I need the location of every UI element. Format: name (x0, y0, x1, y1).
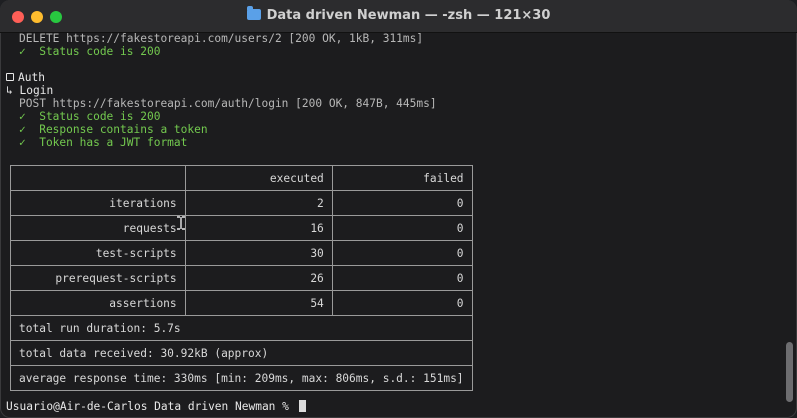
row-label: requests (10, 215, 186, 241)
check-line-1: ✓ Status code is 200 (19, 110, 161, 123)
table-row: test-scripts 30 0 (10, 240, 473, 266)
header-cell-executed: executed (184, 165, 333, 191)
folder-name: Auth (18, 71, 45, 84)
table-row: iterations 2 0 (10, 190, 473, 216)
row-label: test-scripts (10, 240, 186, 266)
row-failed: 0 (331, 240, 473, 266)
delete-check-line: ✓ Status code is 200 (19, 45, 161, 58)
request-arrow-icon: ↳ (6, 84, 13, 97)
post-request-line: POST https://fakestoreapi.com/auth/login… (19, 97, 437, 110)
table-header-row: executed failed (10, 165, 473, 191)
ibeam-cursor-icon (177, 216, 185, 230)
folder-icon (246, 6, 261, 20)
row-executed: 54 (184, 290, 333, 316)
row-executed: 2 (184, 190, 333, 216)
request-line: ↳ Login (6, 84, 53, 97)
title-bar[interactable]: Data driven Newman — -zsh — 121×30 (0, 0, 797, 33)
scrollbar-thumb[interactable] (786, 342, 793, 402)
text-cursor (298, 400, 306, 412)
shell-prompt: Usuario@Air-de-Carlos Data driven Newman… (6, 400, 296, 413)
check-line-3: ✓ Token has a JWT format (19, 136, 188, 149)
terminal-output[interactable]: DELETE https://fakestoreapi.com/users/2 … (6, 32, 783, 418)
row-executed: 16 (184, 215, 333, 241)
row-executed: 26 (184, 265, 333, 291)
window-title: Data driven Newman — -zsh — 121×30 (0, 6, 797, 23)
folder-marker-icon (6, 73, 14, 81)
table-row: average response time: 330ms [min: 209ms… (10, 365, 473, 391)
table-row: assertions 54 0 (10, 290, 473, 316)
row-failed: 0 (331, 265, 473, 291)
response-time-cell: average response time: 330ms [min: 209ms… (10, 365, 473, 391)
request-name: Login (19, 84, 54, 97)
table-row: requests 16 0 (10, 215, 473, 241)
check-line-2: ✓ Response contains a token (19, 123, 208, 136)
run-summary-table: executed failed iterations 2 0 requests … (10, 165, 473, 391)
vertical-scrollbar[interactable] (786, 34, 793, 412)
row-failed: 0 (331, 190, 473, 216)
table-row: prerequest-scripts 26 0 (10, 265, 473, 291)
row-label: iterations (10, 190, 186, 216)
terminal-window: Data driven Newman — -zsh — 121×30 DELET… (0, 0, 797, 418)
table-row: total run duration: 5.7s (10, 315, 473, 341)
row-failed: 0 (331, 215, 473, 241)
folder-line: Auth (6, 71, 45, 84)
row-executed: 30 (184, 240, 333, 266)
data-received-cell: total data received: 30.92kB (approx) (10, 340, 473, 366)
row-label: assertions (10, 290, 186, 316)
header-cell-empty (10, 165, 186, 191)
window-title-text: Data driven Newman — -zsh — 121×30 (266, 8, 551, 23)
header-cell-failed: failed (331, 165, 473, 191)
run-duration-cell: total run duration: 5.7s (10, 315, 473, 341)
delete-request-line: DELETE https://fakestoreapi.com/users/2 … (19, 32, 424, 45)
row-label: prerequest-scripts (10, 265, 186, 291)
shell-prompt-line[interactable]: Usuario@Air-de-Carlos Data driven Newman… (6, 400, 306, 413)
row-failed: 0 (331, 290, 473, 316)
table-row: total data received: 30.92kB (approx) (10, 340, 473, 366)
